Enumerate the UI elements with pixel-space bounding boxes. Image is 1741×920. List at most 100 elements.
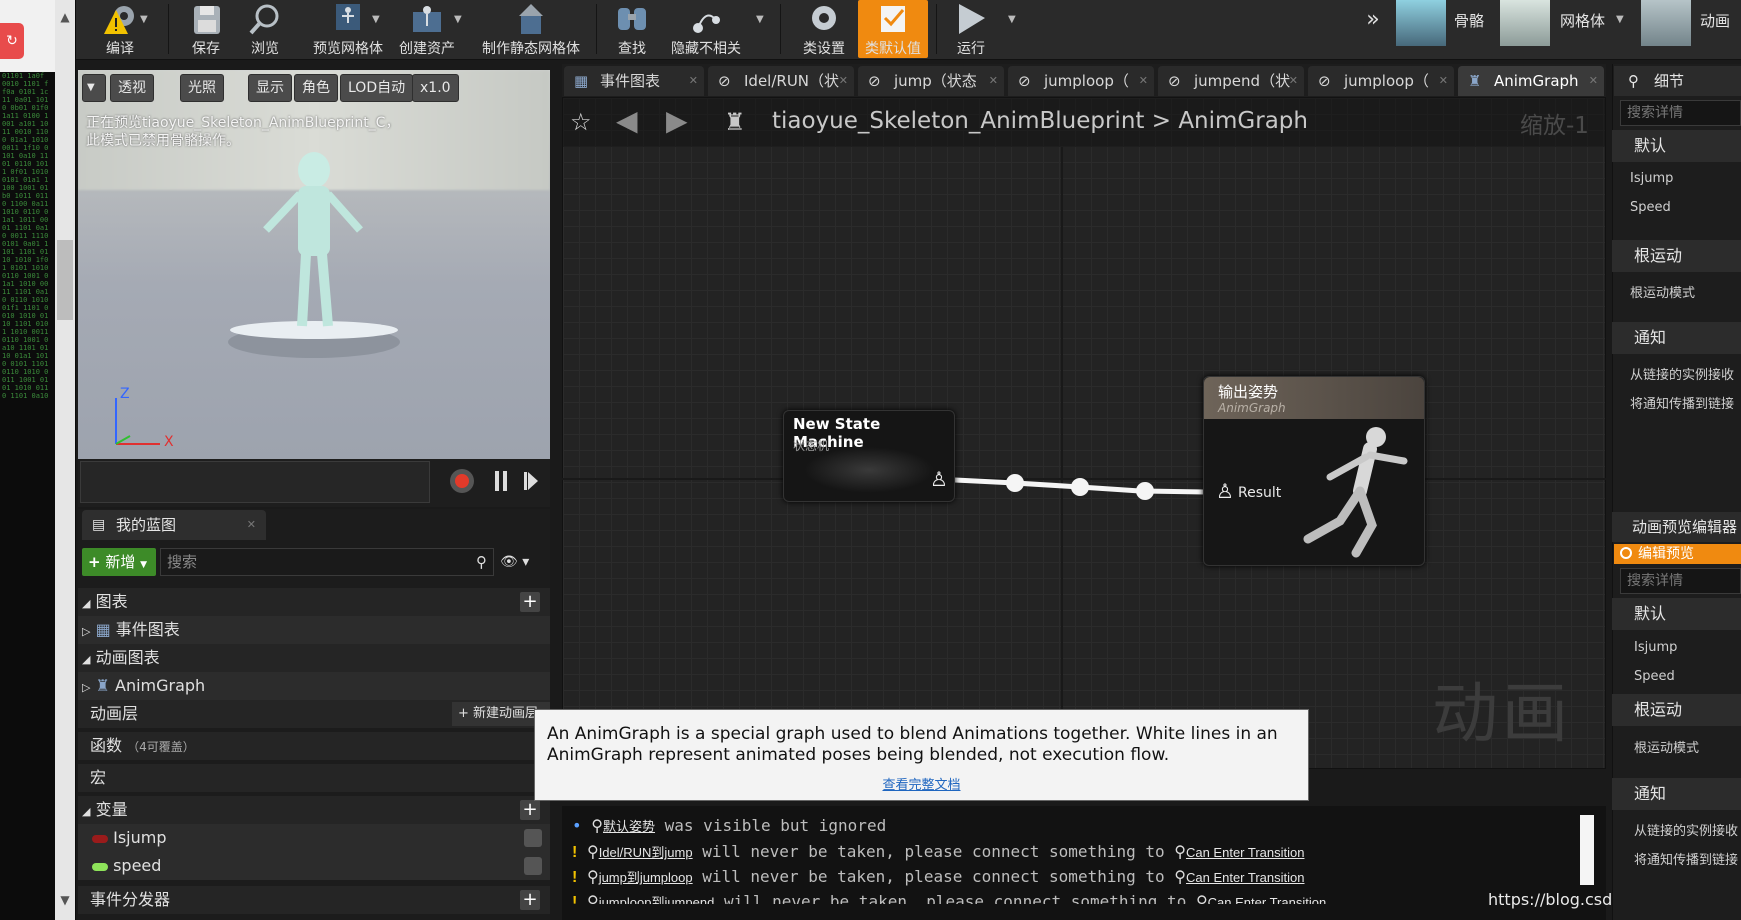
edit-preview-button[interactable]: 编辑预览 [1614, 544, 1741, 564]
preview-mesh-dropdown-icon[interactable]: ▼ [372, 14, 380, 25]
add-graph-button[interactable]: + [520, 592, 540, 612]
scroll-up-icon[interactable]: ▲ [55, 10, 75, 30]
details-search-input[interactable]: 搜索详情 [1620, 100, 1741, 126]
variable-isjump[interactable]: Isjump [78, 824, 550, 852]
find-button[interactable]: 查找 [610, 0, 654, 58]
preview-mesh-button[interactable]: 预览网格体 [300, 0, 396, 58]
tab-jumploop[interactable]: ⊘ jumploop（ ✕ [1008, 66, 1154, 96]
skeleton-mode-icon[interactable] [1396, 0, 1446, 46]
details-tab[interactable]: ⚲ 细节 [1614, 66, 1741, 96]
breadcrumb-leaf[interactable]: AnimGraph [1178, 108, 1308, 134]
anim-graphs-category[interactable]: ◢ 动画图表 [78, 644, 550, 672]
event-graph-item[interactable]: ▷ ▦ 事件图表 [78, 616, 550, 644]
anim-preview-default-category[interactable]: 默认 [1612, 598, 1741, 630]
state-machine-node[interactable]: New State Machine 状态机 ♙ [783, 410, 955, 502]
browse-button[interactable]: 浏览 [243, 0, 287, 58]
hide-unrelated-button[interactable]: 隐藏不相关 [666, 0, 746, 58]
close-tab-icon[interactable]: ✕ [247, 510, 256, 540]
my-blueprint-tab[interactable]: ▤ 我的蓝图 ✕ [82, 510, 266, 540]
add-variable-button[interactable]: + [520, 800, 540, 820]
variable-speed[interactable]: speed [78, 852, 550, 880]
functions-category[interactable]: 函数 （4可覆盖） [78, 732, 550, 760]
close-tab-icon[interactable]: ✕ [689, 66, 698, 96]
variables-category[interactable]: ◢ 变量 + [78, 796, 550, 824]
anim-preview-search-input[interactable]: 搜索详情 [1620, 568, 1741, 594]
blueprint-search-input[interactable]: 搜索 ⚲ [160, 548, 494, 576]
run-dropdown-icon[interactable]: ▼ [1008, 14, 1016, 25]
favorite-star-icon[interactable]: ☆ [570, 108, 592, 136]
log-link[interactable]: 默认姿势 [603, 819, 655, 834]
graphs-category[interactable]: ◢ 图表 + [78, 588, 550, 616]
log-transition-link[interactable]: Can Enter Transition [1186, 845, 1305, 860]
anim-preview-editor-tab[interactable]: 动画预览编辑器 [1612, 512, 1741, 542]
character-button[interactable]: 角色 [294, 74, 338, 102]
close-tab-icon[interactable]: ✕ [1439, 66, 1448, 96]
pose-pin-icon[interactable]: ♙ [930, 467, 948, 491]
details-default-category[interactable]: 默认 [1612, 130, 1741, 162]
log-link[interactable]: jump到jumploop [599, 870, 693, 885]
tab-jump[interactable]: ⊘ jump（状态 ✕ [858, 66, 1004, 96]
animation-mode-label[interactable]: 动画 [1700, 10, 1730, 31]
close-tab-icon[interactable]: ✕ [989, 66, 998, 96]
create-asset-button[interactable]: 创建资产 [394, 0, 460, 58]
lighting-button[interactable]: 光照 [180, 74, 224, 102]
anim-preview-notify-category[interactable]: 通知 [1612, 778, 1741, 810]
macros-category[interactable]: 宏 [78, 764, 550, 792]
log-scrollbar[interactable] [1580, 815, 1594, 885]
output-pose-node[interactable]: 输出姿势 AnimGraph ♙ Result [1203, 376, 1425, 566]
result-pin-icon[interactable]: ♙ [1216, 479, 1234, 503]
show-button[interactable]: 显示 [248, 74, 292, 102]
anim-preview-root-motion-category[interactable]: 根运动 [1612, 694, 1741, 726]
variable-visibility-icon[interactable] [524, 857, 542, 875]
variable-visibility-icon[interactable] [524, 829, 542, 847]
anim-graph-item[interactable]: ▷ ♜ AnimGraph [78, 672, 550, 700]
record-icon[interactable] [450, 469, 474, 493]
skeleton-mode-label[interactable]: 骨骼 [1454, 10, 1484, 31]
tab-jumploop-2[interactable]: ⊘ jumploop（ ✕ [1308, 66, 1454, 96]
compile-dropdown-icon[interactable]: ▼ [140, 14, 148, 25]
anim-layers-category[interactable]: 动画层 + 新建动画层 [78, 700, 550, 728]
wire-reroute-dot[interactable] [1006, 474, 1024, 492]
mesh-dropdown-icon[interactable]: ▼ [1616, 14, 1624, 25]
more-chevron-icon[interactable]: » [1360, 0, 1386, 58]
mesh-mode-icon[interactable] [1500, 0, 1550, 46]
close-tab-icon[interactable]: ✕ [839, 66, 848, 96]
viewport-menu-dropdown-icon[interactable]: ▼ [82, 74, 106, 102]
lod-auto-button[interactable]: LOD自动 [340, 74, 414, 102]
wire-reroute-dot[interactable] [1071, 478, 1089, 496]
log-transition-link[interactable]: Can Enter Transition [1186, 870, 1305, 885]
mesh-mode-label[interactable]: 网格体 [1560, 10, 1605, 31]
breadcrumb-root[interactable]: tiaoyue_Skeleton_AnimBlueprint [772, 108, 1144, 134]
wire-reroute-dot[interactable] [1136, 482, 1154, 500]
perspective-button[interactable]: 透视 [110, 74, 154, 102]
close-tab-icon[interactable]: ✕ [1289, 66, 1298, 96]
tab-idel-run[interactable]: ⊘ Idel/RUN（状 ✕ [708, 66, 854, 96]
add-new-button[interactable]: + 新增 ▼ [82, 548, 156, 576]
event-dispatchers-category[interactable]: 事件分发器 + [78, 886, 550, 914]
animation-mode-icon[interactable] [1641, 0, 1691, 46]
compile-button[interactable]: 编译 [90, 0, 150, 58]
log-link[interactable]: Idel/RUN到jump [599, 845, 693, 860]
save-button[interactable]: 保存 [184, 0, 228, 58]
hide-unrelated-dropdown-icon[interactable]: ▼ [756, 14, 764, 25]
forward-arrow-icon[interactable]: ▶ [666, 104, 688, 137]
share-icon[interactable]: ↻ [0, 23, 24, 59]
log-link[interactable]: jumploop到jumpend [599, 895, 715, 904]
scroll-down-icon[interactable]: ▼ [55, 893, 75, 913]
scrollbar-thumb[interactable] [57, 240, 73, 320]
tab-anim-graph[interactable]: ♜ AnimGraph ✕ [1458, 66, 1604, 96]
class-settings-button[interactable]: 类设置 [794, 0, 854, 58]
playback-speed-button[interactable]: x1.0 [412, 74, 459, 102]
details-notify-category[interactable]: 通知 [1612, 322, 1741, 354]
make-static-mesh-button[interactable]: 制作静态网格体 [474, 0, 588, 58]
run-button[interactable]: 运行 [946, 0, 996, 58]
pause-icon[interactable] [495, 471, 507, 491]
add-event-dispatcher-button[interactable]: + [520, 890, 540, 910]
tab-jumpend[interactable]: ⊘ jumpend（状 ✕ [1158, 66, 1304, 96]
preview-viewport[interactable]: ▼ 透视 光照 显示 角色 LOD自动 x1.0 正在预览tiaoyue_Ske… [78, 70, 550, 459]
details-root-motion-category[interactable]: 根运动 [1612, 240, 1741, 272]
close-tab-icon[interactable]: ✕ [1139, 66, 1148, 96]
view-full-docs-link[interactable]: 查看完整文档 [535, 774, 1308, 793]
timeline-field[interactable] [80, 461, 430, 503]
step-forward-icon[interactable] [524, 472, 538, 490]
